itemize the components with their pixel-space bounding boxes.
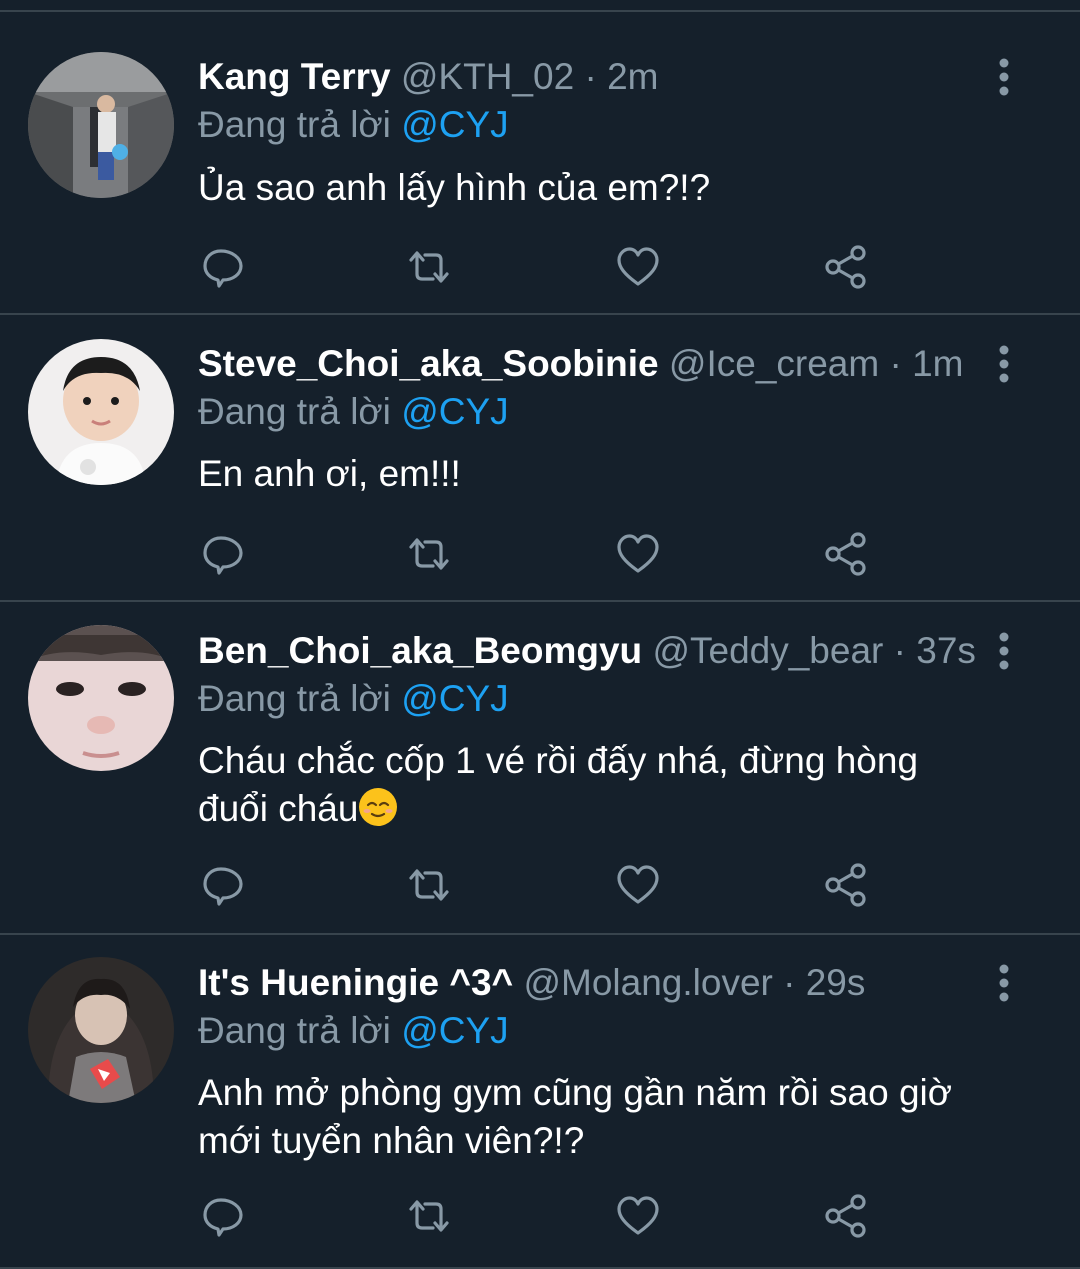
mention-link[interactable]: @CYJ [401, 678, 508, 719]
heart-outline-icon [617, 865, 659, 904]
mention-link[interactable]: @CYJ [401, 1010, 508, 1051]
mention-link[interactable]: @CYJ [401, 391, 508, 432]
heart-outline-icon [617, 534, 659, 573]
reply-tweet-1[interactable]: Kang Terry @KTH_02 · 2m Đang trả lời @CY… [0, 12, 1080, 315]
action-bar [198, 1191, 898, 1241]
action-bar [198, 242, 898, 292]
like-button[interactable] [613, 860, 663, 910]
avatar[interactable] [28, 957, 174, 1103]
replying-to-label: Đang trả lời [198, 391, 391, 432]
like-button[interactable] [613, 1191, 663, 1241]
more-options-button[interactable] [986, 52, 1022, 102]
tweet-text: Ủa sao anh lấy hình của em?!? [198, 164, 998, 212]
replying-to: Đang trả lời @CYJ [198, 100, 509, 150]
retweet-arrows-icon [409, 251, 449, 283]
replying-to-label: Đang trả lời [198, 104, 391, 145]
avatar[interactable] [28, 52, 174, 198]
retweet-arrows-icon [409, 538, 449, 570]
replying-to-label: Đang trả lời [198, 678, 391, 719]
tweet-text-line: Cháu chắc cốp 1 vé rồi đấy nhá, đừng hòn… [198, 740, 919, 781]
tweet-text: Anh mở phòng gym cũng gần năm rồi sao gi… [198, 1069, 998, 1165]
more-options-button[interactable] [986, 626, 1022, 676]
retweet-arrows-icon [409, 1200, 449, 1232]
reply-tweet-4[interactable]: It's Hueningie ^3^ @Molang.lover · 29s Đ… [0, 935, 1080, 1269]
reply-button[interactable] [198, 1191, 248, 1241]
share-button[interactable] [821, 242, 871, 292]
speech-bubble-icon [203, 867, 243, 906]
reply-button[interactable] [198, 860, 248, 910]
more-options-button[interactable] [986, 339, 1022, 389]
timestamp[interactable]: 29s [806, 962, 866, 1003]
tweet-header: Steve_Choi_aka_Soobinie @Ice_cream · 1m [198, 339, 978, 389]
replying-to: Đang trả lời @CYJ [198, 387, 509, 437]
like-button[interactable] [613, 242, 663, 292]
action-bar [198, 529, 898, 579]
retweet-button[interactable] [404, 242, 454, 292]
user-handle[interactable]: @KTH_02 [401, 56, 574, 97]
tweet-text-line: Ủa sao anh lấy hình của em?!? [198, 167, 711, 208]
reply-button[interactable] [198, 242, 248, 292]
timestamp[interactable]: 37s [916, 630, 976, 671]
vertical-dots-icon [999, 58, 1009, 96]
share-button[interactable] [821, 860, 871, 910]
tweet-header: Kang Terry @KTH_02 · 2m [198, 52, 978, 102]
user-handle[interactable]: @Molang.lover [523, 962, 772, 1003]
retweet-button[interactable] [404, 1191, 454, 1241]
vertical-dots-icon [999, 345, 1009, 383]
like-button[interactable] [613, 529, 663, 579]
retweet-button[interactable] [404, 860, 454, 910]
avatar[interactable] [28, 625, 174, 771]
mention-link[interactable]: @CYJ [401, 104, 508, 145]
separator-dot: · [783, 962, 796, 1003]
display-name[interactable]: Kang Terry [198, 56, 391, 97]
share-button[interactable] [821, 529, 871, 579]
timestamp[interactable]: 1m [912, 343, 963, 384]
tweet-text-line: mới tuyển nhân viên?!? [198, 1120, 585, 1161]
heart-outline-icon [617, 1196, 659, 1235]
replying-to-label: Đang trả lời [198, 1010, 391, 1051]
heart-outline-icon [617, 247, 659, 286]
vertical-dots-icon [999, 632, 1009, 670]
tweet-text: En anh ơi, em!!! [198, 450, 998, 498]
share-nodes-icon [825, 532, 866, 576]
display-name[interactable]: Ben_Choi_aka_Beomgyu [198, 630, 642, 671]
speech-bubble-icon [203, 1198, 243, 1237]
tweet-text-line: Anh mở phòng gym cũng gần năm rồi sao gi… [198, 1072, 953, 1113]
replying-to: Đang trả lời @CYJ [198, 674, 509, 724]
timestamp[interactable]: 2m [607, 56, 658, 97]
user-handle[interactable]: @Teddy_bear [652, 630, 883, 671]
speech-bubble-icon [203, 249, 243, 288]
reply-tweet-3[interactable]: Ben_Choi_aka_Beomgyu @Teddy_bear · 37s Đ… [0, 602, 1080, 935]
retweet-button[interactable] [404, 529, 454, 579]
separator-dot: · [889, 343, 902, 384]
tweet-text-line-with-emoji: đuổi cháu [198, 785, 998, 833]
speech-bubble-icon [203, 536, 243, 575]
separator-dot: · [893, 630, 906, 671]
share-button[interactable] [821, 1191, 871, 1241]
reply-tweet-2[interactable]: Steve_Choi_aka_Soobinie @Ice_cream · 1m … [0, 315, 1080, 602]
reply-feed: Kang Terry @KTH_02 · 2m Đang trả lời @CY… [0, 0, 1080, 1269]
tweet-text: Cháu chắc cốp 1 vé rồi đấy nhá, đừng hòn… [198, 737, 998, 833]
tweet-header: Ben_Choi_aka_Beomgyu @Teddy_bear · 37s [198, 626, 978, 676]
relieved-face-emoji [359, 788, 398, 826]
tweet-header: It's Hueningie ^3^ @Molang.lover · 29s [198, 958, 978, 1008]
tweet-text-line: đuổi cháu [198, 788, 359, 829]
user-handle[interactable]: @Ice_cream [669, 343, 879, 384]
avatar[interactable] [28, 339, 174, 485]
tweet-text-line: En anh ơi, em!!! [198, 453, 461, 494]
share-nodes-icon [825, 863, 866, 907]
vertical-dots-icon [999, 964, 1009, 1002]
replying-to: Đang trả lời @CYJ [198, 1006, 509, 1056]
share-nodes-icon [825, 1194, 866, 1238]
share-nodes-icon [825, 245, 866, 289]
separator-dot: · [584, 56, 597, 97]
display-name[interactable]: Steve_Choi_aka_Soobinie [198, 343, 659, 384]
display-name[interactable]: It's Hueningie ^3^ [198, 962, 513, 1003]
retweet-arrows-icon [409, 869, 449, 901]
action-bar [198, 860, 898, 910]
reply-button[interactable] [198, 529, 248, 579]
more-options-button[interactable] [986, 958, 1022, 1008]
